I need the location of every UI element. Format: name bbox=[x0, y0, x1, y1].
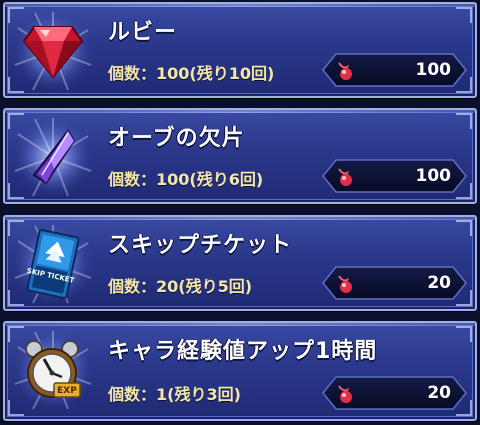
panel-corner bbox=[456, 220, 472, 236]
price-button[interactable]: 100 bbox=[322, 159, 467, 193]
skip-ticket-icon: SKIP TICKET bbox=[13, 223, 93, 305]
red-flame-orb-icon bbox=[338, 385, 352, 403]
panel-corner bbox=[456, 326, 472, 342]
icon-text-exp: EXP bbox=[57, 386, 77, 396]
item-count: 個数：20(残り5回) bbox=[108, 277, 253, 296]
price-value: 100 bbox=[415, 60, 452, 80]
red-flame-orb-icon bbox=[338, 275, 352, 293]
shop-item-orb-shard[interactable]: オーブの欠片 個数：100(残り6回) 100 bbox=[3, 108, 477, 204]
price-value: 20 bbox=[427, 383, 451, 403]
red-flame-orb-icon bbox=[338, 168, 352, 186]
item-name: オーブの欠片 bbox=[108, 126, 245, 151]
item-name: スキップチケット bbox=[108, 233, 293, 258]
price-button[interactable]: 20 bbox=[322, 376, 467, 410]
shop-item-skip-ticket[interactable]: SKIP TICKET スキップチケット 個数：20(残り5回) 20 bbox=[3, 215, 477, 311]
panel-corner bbox=[456, 113, 472, 129]
orb-shard-icon bbox=[13, 116, 93, 198]
price-button[interactable]: 100 bbox=[322, 53, 467, 87]
shop-item-ruby[interactable]: ルビー 個数：100(残り10回) 100 bbox=[3, 2, 477, 98]
item-count: 個数：100(残り10回) bbox=[108, 64, 275, 83]
exp-clock-icon: EXP bbox=[13, 329, 93, 411]
red-flame-orb-icon bbox=[338, 62, 352, 80]
panel-corner bbox=[456, 7, 472, 23]
item-count: 個数：100(残り6回) bbox=[108, 170, 264, 189]
shop-item-exp-up[interactable]: EXP キャラ経験値アップ1時間 個数：1(残り3回) 20 bbox=[3, 321, 477, 421]
price-button[interactable]: 20 bbox=[322, 266, 467, 300]
price-value: 20 bbox=[427, 273, 451, 293]
item-name: ルビー bbox=[108, 20, 178, 45]
ruby-gem-icon bbox=[13, 10, 93, 92]
item-count: 個数：1(残り3回) bbox=[108, 385, 241, 404]
item-name: キャラ経験値アップ1時間 bbox=[108, 339, 378, 364]
price-value: 100 bbox=[415, 166, 452, 186]
